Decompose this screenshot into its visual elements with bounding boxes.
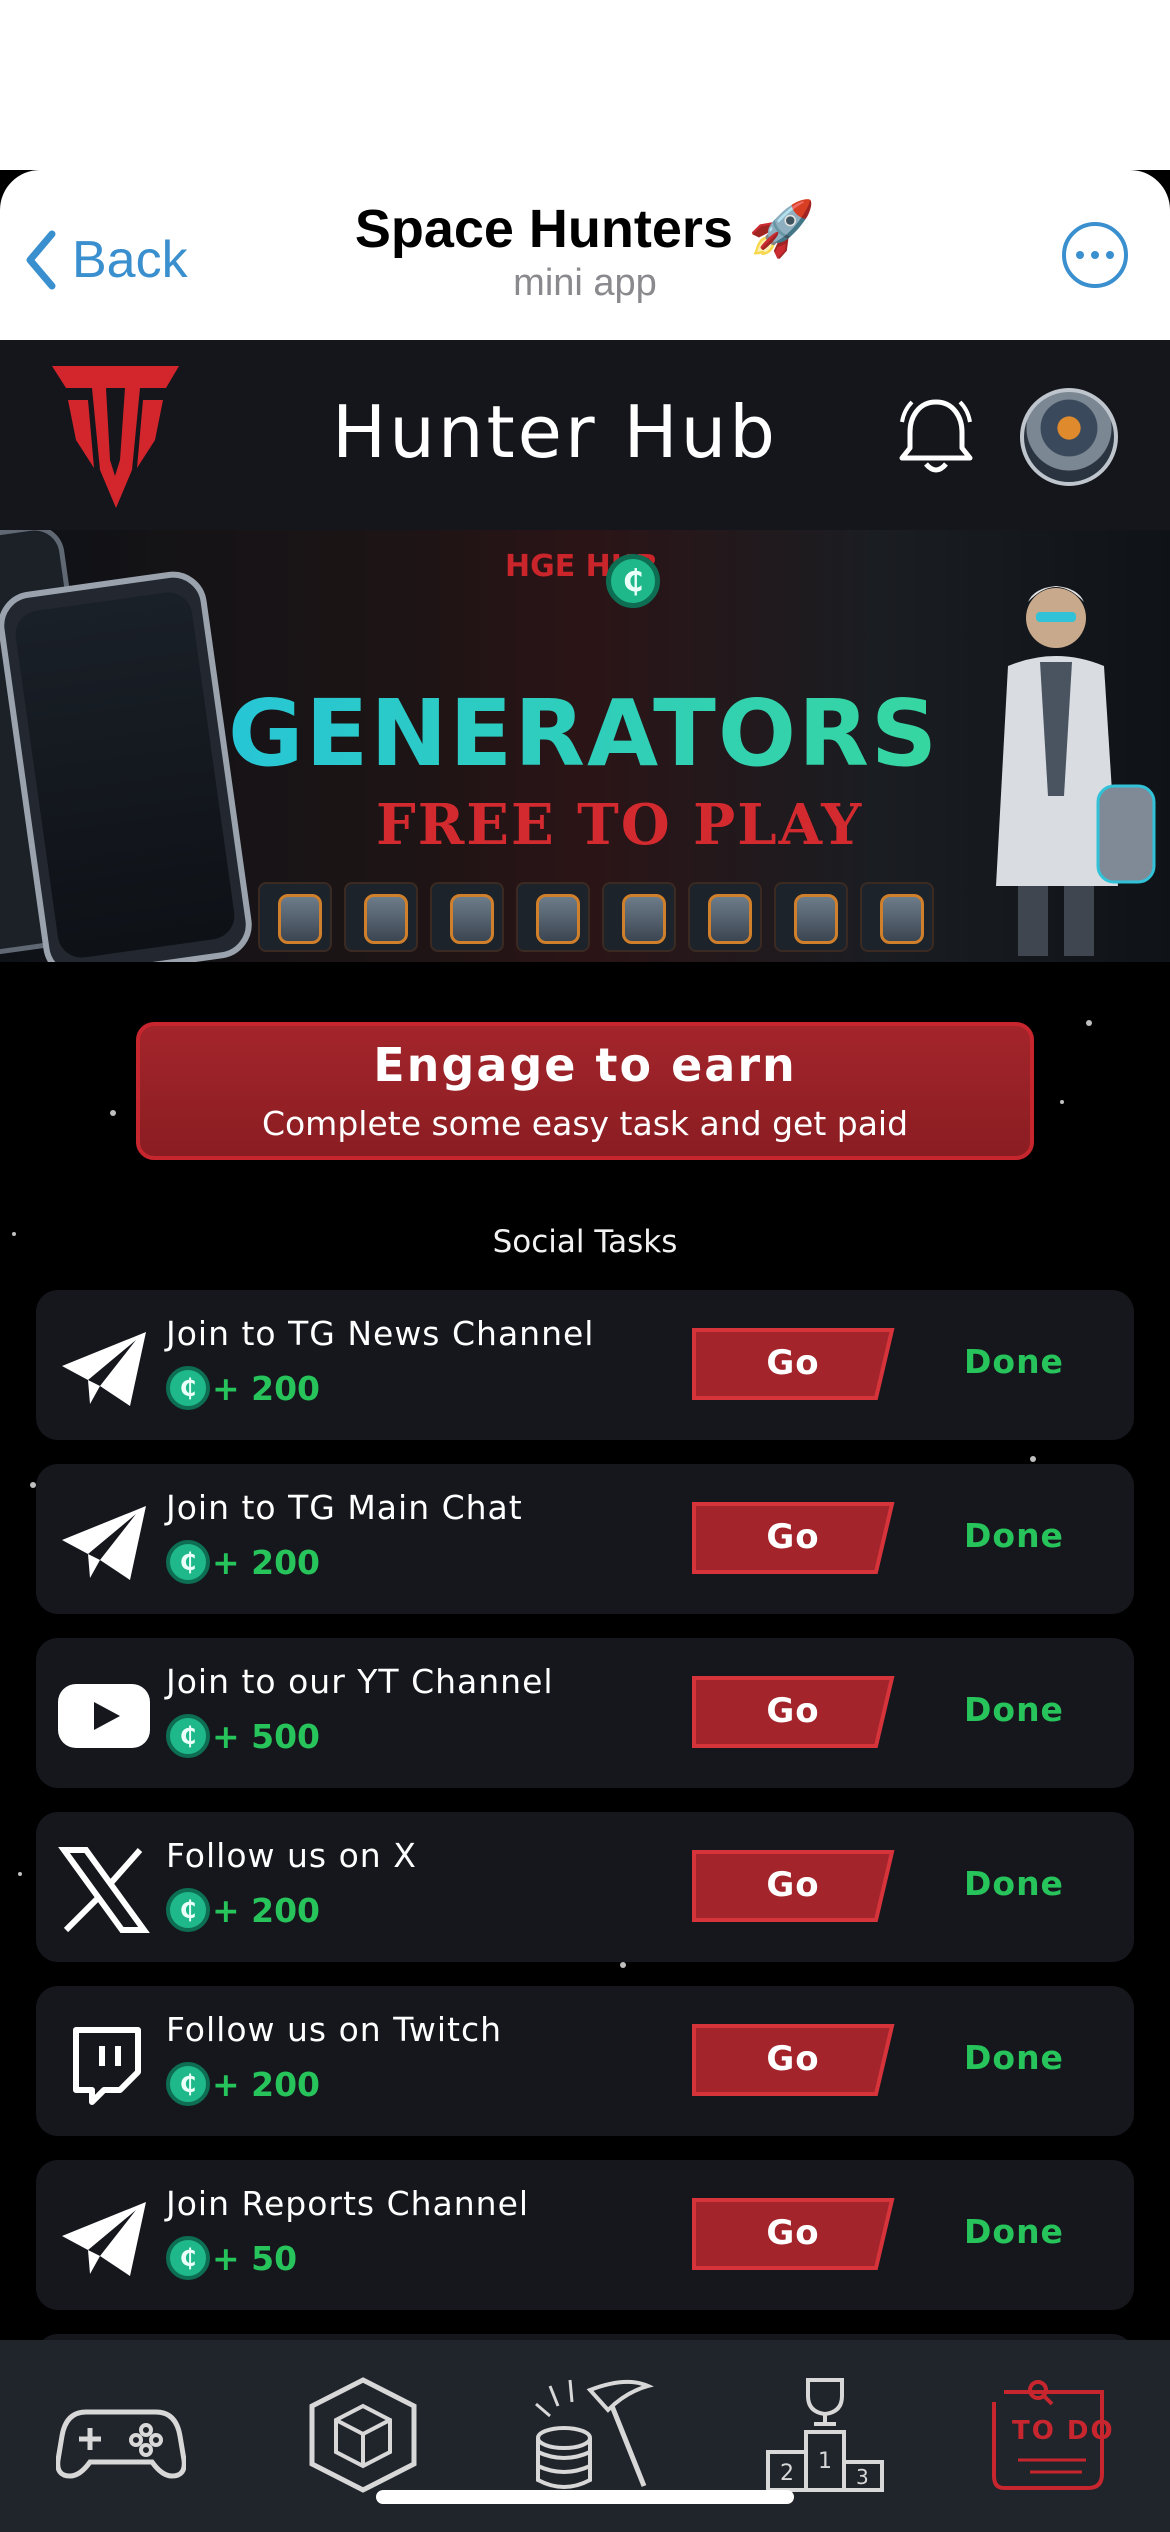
go-button[interactable]: Go: [690, 1326, 896, 1402]
task-reward: ₵ + 50: [166, 2236, 297, 2280]
coin-icon: ₵: [606, 554, 660, 608]
go-label: Go: [766, 2039, 820, 2079]
generator-icon: [602, 882, 676, 952]
reward-amount: + 50: [212, 2238, 298, 2278]
done-status[interactable]: Done: [964, 1690, 1064, 1729]
status-bar: [0, 0, 1170, 170]
task-title: Follow us on X: [166, 1836, 417, 1875]
done-status[interactable]: Done: [964, 2038, 1064, 2077]
engage-title: Engage to earn: [373, 1038, 797, 1092]
task-row: Join to TG Main Chat ₵ + 200 Go Done: [36, 1464, 1134, 1614]
generators-banner[interactable]: HGE HUB ₵ GENERATORS FREE TO PLAY: [0, 530, 1170, 962]
generator-icon: [774, 882, 848, 952]
section-label: Social Tasks: [492, 1224, 678, 1260]
generator-icon: [258, 882, 332, 952]
task-reward: ₵ + 200: [166, 1366, 320, 1410]
generator-icon: [688, 882, 762, 952]
task-reward: ₵ + 200: [166, 1888, 320, 1932]
task-row: Follow us on Twitch ₵ + 200 Go Done: [36, 1986, 1134, 2136]
task-title: Join to TG News Channel: [166, 1314, 595, 1353]
leaderboard-icon[interactable]: 1 2 3: [760, 2376, 890, 2494]
done-status[interactable]: Done: [964, 2212, 1064, 2251]
telegram-icon: [62, 1506, 146, 1580]
reward-amount: + 200: [212, 1368, 321, 1408]
generator-icon: [860, 882, 934, 952]
coin-icon: ₵: [166, 1714, 210, 1758]
telegram-icon: [62, 2202, 146, 2276]
go-button[interactable]: Go: [690, 1674, 896, 1750]
task-reward: ₵ + 500: [166, 1714, 320, 1758]
coin-icon: ₵: [166, 1540, 210, 1584]
task-row: Join Reports Channel ₵ + 50 Go Done: [36, 2160, 1134, 2310]
svg-text:1: 1: [818, 2449, 832, 2474]
telegram-icon: [62, 1332, 146, 1406]
main-content: Engage to earn Complete some easy task a…: [0, 962, 1170, 2342]
telegram-header: Back Space Hunters 🚀 mini app: [0, 170, 1170, 340]
svg-text:3: 3: [856, 2465, 869, 2489]
go-button[interactable]: Go: [690, 2196, 896, 2272]
banner-tagline: FREE TO PLAY: [376, 792, 864, 858]
miniapp-subtitle: mini app: [513, 262, 657, 304]
task-title: Follow us on Twitch: [166, 2010, 503, 2049]
task-row: Join to our YT Channel ₵ + 500 Go Done: [36, 1638, 1134, 1788]
task-reward: ₵ + 200: [166, 1540, 320, 1584]
reward-amount: + 500: [212, 1716, 321, 1756]
go-label: Go: [766, 1343, 820, 1383]
generator-icon: [344, 882, 418, 952]
done-status[interactable]: Done: [964, 1342, 1064, 1381]
task-title: Join to TG Main Chat: [166, 1488, 523, 1527]
scientist-character-image: [996, 586, 1156, 956]
coin-icon: ₵: [166, 1888, 210, 1932]
go-button[interactable]: Go: [690, 2022, 896, 2098]
cube-icon[interactable]: [298, 2376, 428, 2494]
go-label: Go: [766, 1865, 820, 1905]
user-avatar[interactable]: [1020, 388, 1118, 486]
task-reward: ₵ + 200: [166, 2062, 320, 2106]
app-header: Hunter Hub: [0, 340, 1170, 530]
done-status[interactable]: Done: [964, 1516, 1064, 1555]
phone-mockup-image: [0, 567, 257, 962]
reward-amount: + 200: [212, 1542, 321, 1582]
banner-headline: GENERATORS: [228, 680, 940, 787]
mining-icon[interactable]: [530, 2376, 660, 2494]
svg-text:2: 2: [780, 2461, 794, 2486]
go-label: Go: [766, 1691, 820, 1731]
twitch-icon: [73, 2027, 141, 2105]
go-button[interactable]: Go: [690, 1848, 896, 1924]
engage-to-earn-panel: Engage to earn Complete some easy task a…: [136, 1022, 1034, 1160]
engage-subtitle: Complete some easy task and get paid: [261, 1104, 909, 1143]
done-status[interactable]: Done: [964, 1864, 1064, 1903]
home-indicator: [376, 2490, 794, 2504]
reward-amount: + 200: [212, 1890, 321, 1930]
reward-amount: + 200: [212, 2064, 321, 2104]
miniapp-title: Space Hunters 🚀: [354, 199, 816, 259]
go-button[interactable]: Go: [690, 1500, 896, 1576]
x-icon: [58, 1847, 150, 1933]
coin-icon: ₵: [166, 1366, 210, 1410]
gamepad-icon[interactable]: [56, 2376, 186, 2494]
task-title: Join to our YT Channel: [166, 1662, 554, 1701]
todo-icon[interactable]: TO DO: [990, 2376, 1120, 2494]
coin-icon: ₵: [166, 2062, 210, 2106]
task-row: Follow us on X ₵ + 200 Go Done: [36, 1812, 1134, 1962]
coin-icon: ₵: [166, 2236, 210, 2280]
go-label: Go: [766, 1517, 820, 1557]
youtube-icon: [58, 1684, 150, 1748]
generator-icon: [516, 882, 590, 952]
go-label: Go: [766, 2213, 820, 2253]
generator-icon: [430, 882, 504, 952]
app-title: Hunter Hub: [332, 390, 778, 474]
generator-thumbnails: [258, 882, 934, 952]
notification-bell-icon[interactable]: [896, 392, 976, 476]
more-options-icon[interactable]: [1062, 222, 1128, 288]
todo-label: TO DO: [1012, 2416, 1115, 2446]
task-row: Join to TG News Channel ₵ + 200 Go Done: [36, 1290, 1134, 1440]
task-title: Join Reports Channel: [166, 2184, 530, 2223]
